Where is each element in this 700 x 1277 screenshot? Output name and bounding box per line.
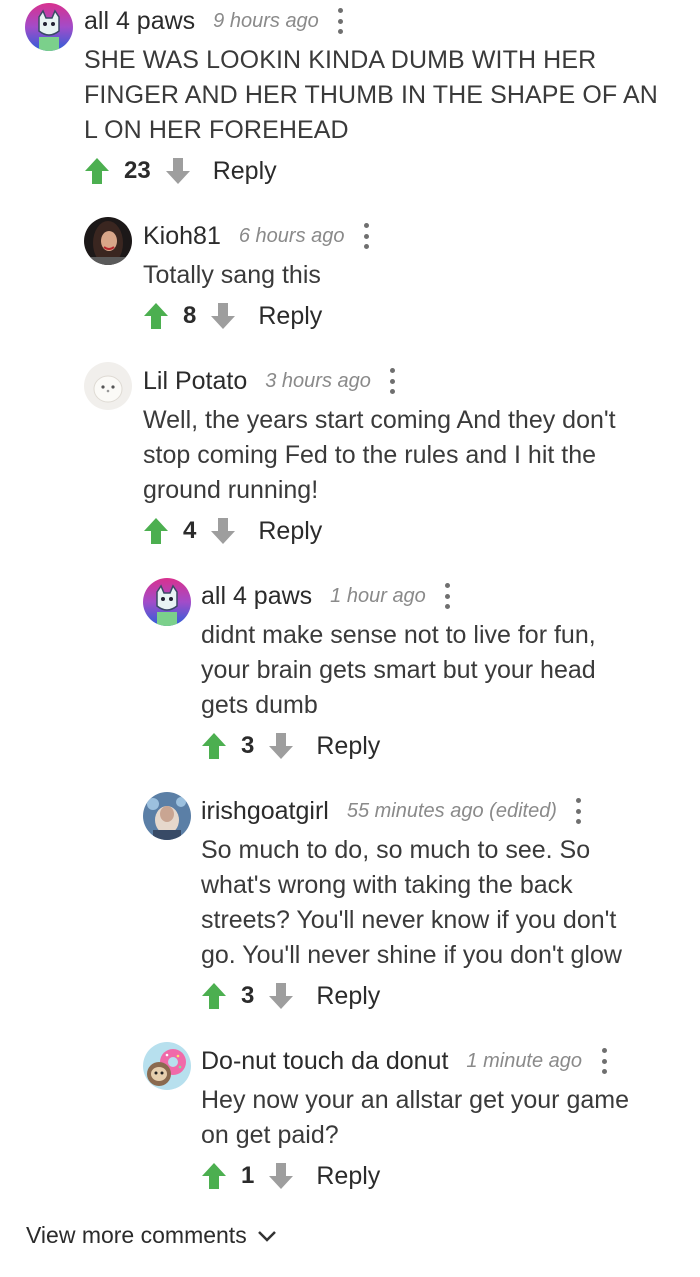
vote-count: 23 <box>124 157 151 184</box>
reply-button[interactable]: Reply <box>316 1162 380 1191</box>
downvote-icon[interactable] <box>268 981 294 1011</box>
view-more-label: View more comments <box>26 1222 247 1248</box>
downvote-icon[interactable] <box>165 156 191 186</box>
more-options-icon[interactable] <box>363 223 371 249</box>
comment-text: didnt make sense not to live for fun, yo… <box>201 621 596 719</box>
username[interactable]: Kioh81 <box>143 222 221 251</box>
timestamp: 9 hours ago <box>213 9 319 32</box>
username[interactable]: Do-nut touch da donut <box>201 1047 448 1076</box>
reply-button[interactable]: Reply <box>258 517 322 546</box>
downvote-icon[interactable] <box>268 1161 294 1191</box>
comment-actions: 3 Reply <box>201 980 380 1012</box>
comment-actions: 3 Reply <box>201 730 380 762</box>
comment-actions: 23 Reply <box>84 155 277 187</box>
comment-text: Hey now your an allstar get your game on… <box>201 1086 629 1149</box>
vote-count: 1 <box>241 1162 255 1189</box>
sloth-donut-avatar-icon[interactable] <box>143 1042 191 1090</box>
chevron-down-icon <box>257 1230 276 1242</box>
more-options-icon[interactable] <box>389 368 397 394</box>
vote-count: 3 <box>241 732 255 759</box>
downvote-icon[interactable] <box>268 731 294 761</box>
reply-button[interactable]: Reply <box>213 157 277 186</box>
upvote-icon[interactable] <box>143 301 169 331</box>
reply-button[interactable]: Reply <box>316 982 380 1011</box>
comment-actions: 1 Reply <box>201 1160 380 1192</box>
timestamp: 1 hour ago <box>330 584 426 607</box>
comment-text: SHE WAS LOOKIN KINDA DUMB WITH HER FINGE… <box>84 46 658 144</box>
view-more-comments-button[interactable]: View more comments <box>26 1222 277 1249</box>
cat-avatar-icon[interactable] <box>143 578 191 626</box>
comment-actions: 8 Reply <box>143 300 322 332</box>
username[interactable]: irishgoatgirl <box>201 797 329 826</box>
comment-text: Well, the years start coming And they do… <box>143 406 616 504</box>
more-options-icon[interactable] <box>600 1048 608 1074</box>
downvote-icon[interactable] <box>210 516 236 546</box>
vote-count: 8 <box>183 302 197 329</box>
vote-count: 3 <box>241 982 255 1009</box>
comment-actions: 4 Reply <box>143 515 322 547</box>
comment-text: So much to do, so much to see. So what's… <box>201 836 622 969</box>
username[interactable]: all 4 paws <box>84 7 195 36</box>
comment-text: Totally sang this <box>143 261 321 289</box>
timestamp: 3 hours ago <box>265 369 371 392</box>
cat-avatar-icon[interactable] <box>25 3 73 51</box>
username[interactable]: all 4 paws <box>201 582 312 611</box>
upvote-icon[interactable] <box>143 516 169 546</box>
timestamp: 1 minute ago <box>466 1049 583 1072</box>
reply-button[interactable]: Reply <box>258 302 322 331</box>
username[interactable]: Lil Potato <box>143 367 247 396</box>
more-options-icon[interactable] <box>337 8 345 34</box>
potato-avatar-icon[interactable] <box>84 362 132 410</box>
goat-avatar-icon[interactable] <box>143 792 191 840</box>
user-photo-avatar-icon[interactable] <box>84 217 132 265</box>
upvote-icon[interactable] <box>84 156 110 186</box>
upvote-icon[interactable] <box>201 981 227 1011</box>
downvote-icon[interactable] <box>210 301 236 331</box>
timestamp: 55 minutes ago (edited) <box>346 799 557 822</box>
vote-count: 4 <box>183 517 197 544</box>
upvote-icon[interactable] <box>201 731 227 761</box>
timestamp: 6 hours ago <box>238 224 345 247</box>
upvote-icon[interactable] <box>201 1161 227 1191</box>
reply-button[interactable]: Reply <box>316 732 380 761</box>
more-options-icon[interactable] <box>444 583 452 609</box>
more-options-icon[interactable] <box>575 798 583 824</box>
